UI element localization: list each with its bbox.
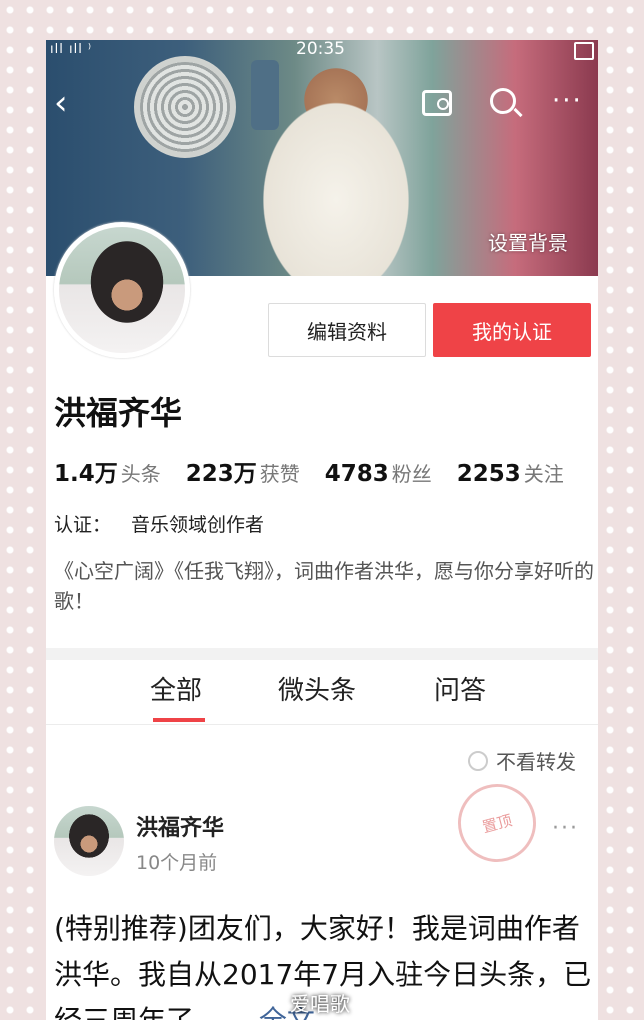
tab-all[interactable]: 全部 xyxy=(150,670,202,707)
stat-articles[interactable]: 1.4万 头条 xyxy=(54,461,179,487)
battery-icon xyxy=(574,42,594,60)
stat-followers[interactable]: 4783 粉丝 xyxy=(325,461,450,487)
tab-qa[interactable]: 问答 xyxy=(434,670,486,707)
app-screen: ıll ıll ⁾ 20:35 ‹ ··· 设置背景 编辑资料 我的认证 洪福齐… xyxy=(46,40,598,1020)
stat-likes[interactable]: 223万 获赞 xyxy=(186,461,318,487)
active-tab-indicator xyxy=(153,718,205,722)
more-icon[interactable]: ··· xyxy=(552,88,583,114)
hide-reposts-toggle[interactable]: 不看转发 xyxy=(468,746,576,775)
post-author-avatar[interactable] xyxy=(54,806,124,876)
post-more-icon[interactable]: ··· xyxy=(552,816,579,841)
signal-icon: ıll ıll ⁾ xyxy=(50,42,93,57)
back-icon[interactable]: ‹ xyxy=(54,86,68,120)
post-author-name[interactable]: 洪福齐华 xyxy=(136,810,224,842)
hide-reposts-label: 不看转发 xyxy=(496,750,576,774)
my-certification-button[interactable]: 我的认证 xyxy=(433,303,591,357)
certification-line: 认证： 音乐领域创作者 xyxy=(54,510,264,537)
certification-label: 认证： xyxy=(54,514,112,536)
search-icon[interactable] xyxy=(490,88,516,114)
cover-fan-graphic xyxy=(134,56,236,158)
profile-intro: 《心空广阔》《任我飞翔》，词曲作者洪华，愿与你分享好听的歌！ xyxy=(54,559,594,613)
set-background-link[interactable]: 设置背景 xyxy=(488,227,568,256)
section-divider xyxy=(46,648,598,660)
certification-value: 音乐领域创作者 xyxy=(131,514,265,536)
profile-name: 洪福齐华 xyxy=(54,394,183,432)
profile-card-icon[interactable] xyxy=(422,90,452,116)
stat-following[interactable]: 2253 关注 xyxy=(457,461,582,487)
radio-circle-icon[interactable] xyxy=(468,750,488,771)
profile-stats: 1.4万 头条 223万 获赞 4783 粉丝 2253 关注 xyxy=(54,454,582,488)
post-timestamp: 10个月前 xyxy=(136,852,218,874)
avatar[interactable] xyxy=(54,222,190,358)
cover-lamp-graphic xyxy=(251,60,279,130)
tab-micro-headlines[interactable]: 微头条 xyxy=(278,670,356,707)
edit-profile-button[interactable]: 编辑资料 xyxy=(268,303,426,357)
status-time: 20:35 xyxy=(296,40,345,59)
content-tabs: 全部 微头条 问答 xyxy=(46,660,598,725)
pinned-stamp-icon: 置顶 xyxy=(449,775,545,871)
watermark-text: 爱唱歌 xyxy=(290,992,350,1016)
status-bar: ıll ıll ⁾ 20:35 xyxy=(46,40,598,62)
